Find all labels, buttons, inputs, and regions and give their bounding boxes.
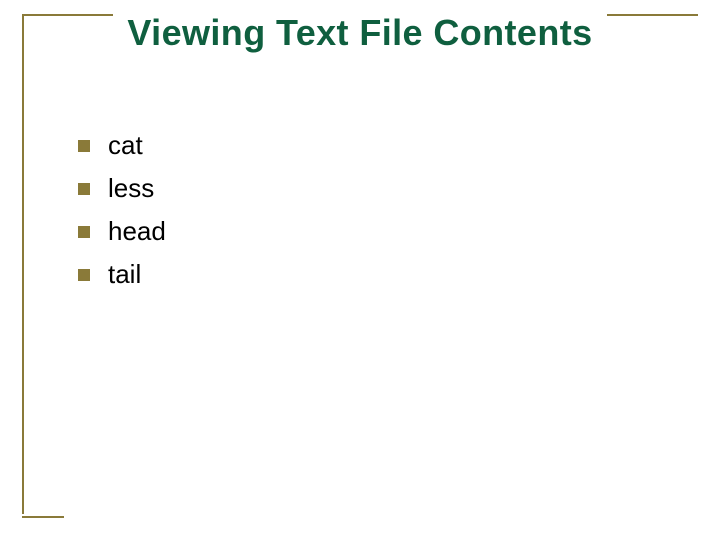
content-list: cat less head tail — [78, 130, 166, 302]
list-item-label: head — [108, 216, 166, 247]
title-box: Viewing Text File Contents — [113, 12, 606, 54]
left-rule — [22, 14, 24, 514]
slide: Viewing Text File Contents cat less head… — [0, 0, 720, 540]
list-item: tail — [78, 259, 166, 290]
list-item-label: tail — [108, 259, 141, 290]
slide-title: Viewing Text File Contents — [127, 12, 592, 54]
list-item: less — [78, 173, 166, 204]
list-item-label: cat — [108, 130, 143, 161]
list-item: head — [78, 216, 166, 247]
list-item-label: less — [108, 173, 154, 204]
square-bullet-icon — [78, 269, 90, 281]
square-bullet-icon — [78, 226, 90, 238]
list-item: cat — [78, 130, 166, 161]
title-wrap: Viewing Text File Contents — [0, 20, 720, 54]
square-bullet-icon — [78, 183, 90, 195]
square-bullet-icon — [78, 140, 90, 152]
